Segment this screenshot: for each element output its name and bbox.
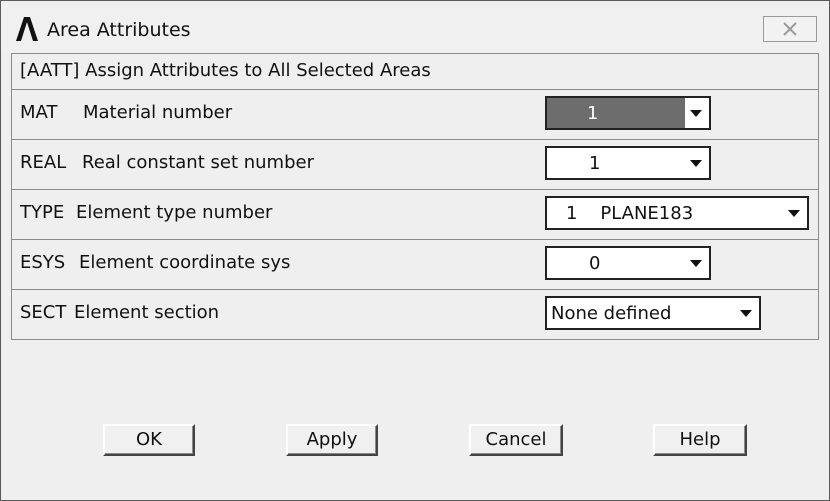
material-number-select[interactable]: 1 [545,96,711,130]
real-label: Real constant set number [82,152,314,173]
real-constant-value: 1 [589,153,601,174]
row-real: REAL Real constant set number 1 [12,140,818,190]
chevron-down-icon[interactable] [685,100,707,126]
command-header: [AATT] Assign Attributes to All Selected… [11,53,819,90]
row-sect: SECT Element section None defined [12,290,818,340]
attribute-rows: MAT Material number 1 REAL Real constant… [11,90,819,340]
ok-button[interactable]: OK [103,424,195,456]
sect-key: SECT [20,302,67,323]
element-section-value: None defined [551,303,672,324]
row-type: TYPE Element type number 1 PLANE183 [12,190,818,240]
cancel-button[interactable]: Cancel [469,424,563,456]
esys-label: Element coordinate sys [79,252,291,273]
type-label: Element type number [76,202,273,223]
sect-label: Element section [74,302,220,323]
element-type-value: 1 PLANE183 [566,203,694,224]
real-constant-select[interactable]: 1 [545,146,711,180]
chevron-down-icon[interactable] [685,250,707,276]
command-description: [AATT] Assign Attributes to All Selected… [20,60,431,81]
coordinate-sys-value: 0 [589,253,601,274]
mat-key: MAT [20,102,58,123]
real-key: REAL [20,152,67,173]
chevron-down-icon[interactable] [685,150,707,176]
mat-label: Material number [83,102,233,123]
coordinate-sys-select[interactable]: 0 [545,246,711,280]
close-button[interactable] [763,16,817,42]
selected-highlight [547,98,685,128]
close-icon [783,22,797,36]
title-bar: Area Attributes [1,1,829,50]
material-number-value: 1 [587,103,599,124]
chevron-down-icon[interactable] [783,200,805,226]
chevron-down-icon[interactable] [735,300,757,326]
type-key: TYPE [20,202,65,223]
element-section-select[interactable]: None defined [545,296,761,330]
esys-key: ESYS [20,252,66,273]
element-type-select[interactable]: 1 PLANE183 [545,196,809,230]
row-esys: ESYS Element coordinate sys 0 [12,240,818,290]
row-mat: MAT Material number 1 [12,90,818,140]
apply-button[interactable]: Apply [286,424,378,456]
ansys-logo-icon [15,15,39,41]
help-button[interactable]: Help [653,424,747,456]
window-title: Area Attributes [47,19,191,41]
area-attributes-dialog: Area Attributes [AATT] Assign Attributes… [0,0,830,501]
